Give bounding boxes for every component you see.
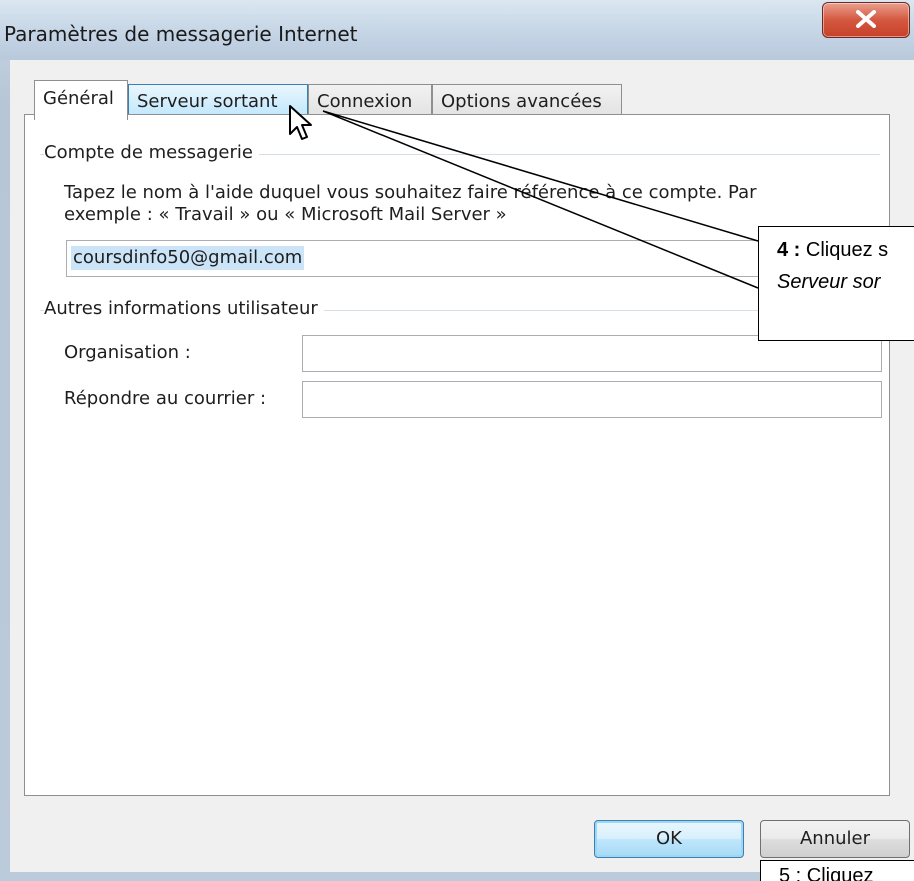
callout-step-4-number: 4 :: [777, 239, 801, 261]
user-group-title: Autres informations utilisateur: [44, 298, 324, 319]
title-bar: Paramètres de messagerie Internet: [0, 0, 914, 60]
ok-button[interactable]: OK: [594, 820, 744, 858]
dialog-root: Paramètres de messagerie Internet Généra…: [0, 0, 914, 881]
tab-outgoing-server-label: Serveur sortant: [137, 91, 278, 112]
callout-step-4-line2: Serveur sor: [777, 271, 881, 293]
window-title: Paramètres de messagerie Internet: [4, 22, 358, 46]
account-group-title: Compte de messagerie: [44, 142, 259, 163]
tab-connection-label: Connexion: [317, 91, 413, 112]
account-description-line2: exemple : « Travail » ou « Microsoft Mai…: [64, 204, 507, 225]
organisation-label: Organisation :: [64, 342, 191, 363]
close-button[interactable]: [822, 2, 910, 38]
tab-general[interactable]: Général: [34, 80, 128, 120]
callout-step-4-text: Cliquez s: [805, 239, 889, 261]
cancel-button[interactable]: Annuler: [760, 820, 910, 858]
account-name-value: coursdinfo50@gmail.com: [71, 246, 305, 270]
callout-step-4-line1: 4 : Cliquez s: [777, 239, 888, 262]
reply-email-field[interactable]: [302, 381, 882, 418]
close-icon: [856, 10, 876, 28]
dialog-window: Paramètres de messagerie Internet Généra…: [0, 0, 914, 881]
account-description: Tapez le nom à l'aide duquel vous souhai…: [64, 182, 757, 226]
tab-advanced-options-label: Options avancées: [441, 91, 602, 112]
callout-step-5: 5 : Cliquez: [760, 860, 914, 881]
callout-step-5-text: 5 : Cliquez: [779, 865, 874, 881]
mouse-pointer-icon: [289, 105, 312, 140]
callout-step-4: 4 : Cliquez s Serveur sor: [758, 226, 914, 341]
account-description-line1: Tapez le nom à l'aide duquel vous souhai…: [64, 182, 757, 203]
reply-email-label: Répondre au courrier :: [64, 388, 267, 409]
tab-general-label: Général: [43, 88, 114, 109]
